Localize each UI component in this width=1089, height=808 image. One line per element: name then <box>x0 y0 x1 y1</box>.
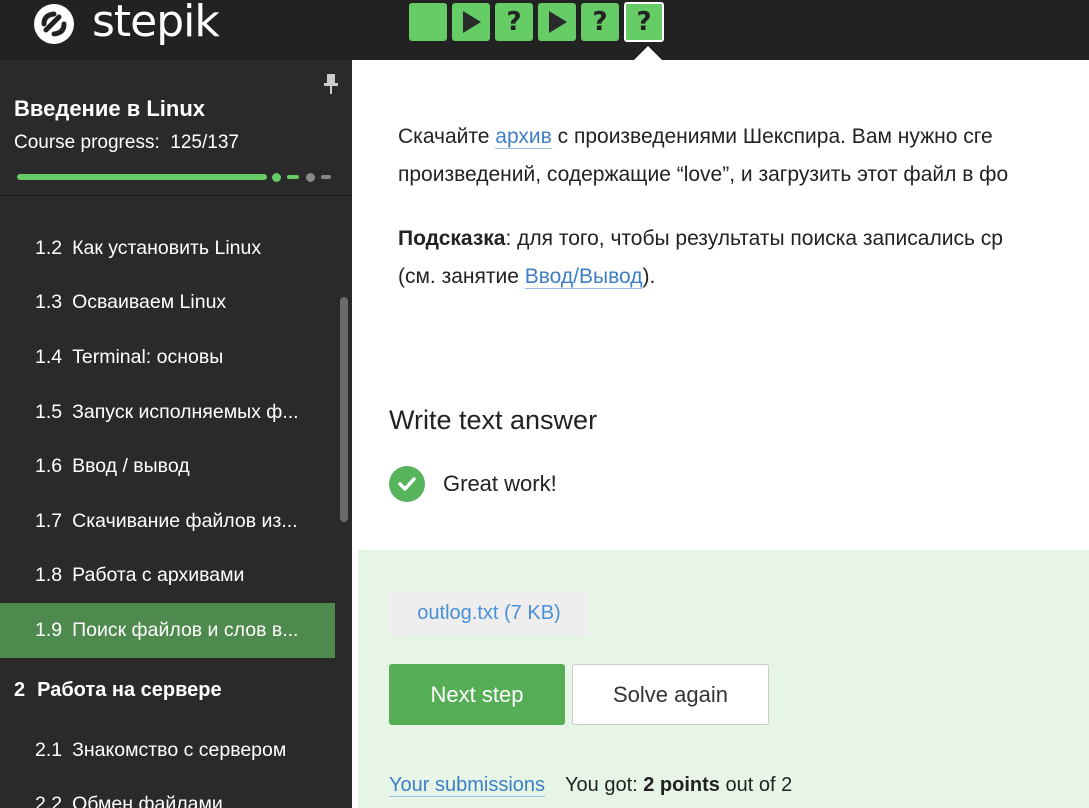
text: произведений, содержащие “love”, и загру… <box>398 163 1009 186</box>
course-progress: Course progress: 125/137 <box>14 132 239 154</box>
section-header[interactable]: 2 Работа на сервере <box>0 658 335 723</box>
lesson-item[interactable]: 1.6 Ввод / вывод <box>0 439 335 494</box>
progress-segment <box>287 175 299 179</box>
progress-value: 125/137 <box>170 132 239 153</box>
text: ). <box>642 265 656 288</box>
play-icon <box>463 11 481 33</box>
lesson-item[interactable]: 1.5 Запуск исполняемых ф... <box>0 385 335 440</box>
lesson-title: Обмен файлами <box>72 793 223 808</box>
sidebar-divider <box>0 195 352 196</box>
pin-icon[interactable] <box>322 72 340 96</box>
feedback-correct: Great work! <box>389 466 557 502</box>
submissions-row: Your submissions You got: 2 points out of… <box>389 774 792 797</box>
attached-file[interactable]: outlog.txt (7 KB) <box>388 592 590 635</box>
course-sidebar: Введение в Linux Course progress: 125/13… <box>0 60 352 808</box>
result-panel: outlog.txt (7 KB) Next step Solve again … <box>358 550 1089 808</box>
hint-label: Подсказка <box>398 227 506 250</box>
score-points: 2 points <box>643 774 720 796</box>
question-icon: ? <box>636 7 652 37</box>
progress-dot-current <box>272 172 281 182</box>
check-icon <box>389 466 425 502</box>
text: с произведениями Шекспира. Вам нужно сге <box>551 125 993 148</box>
lesson-number: 2.1 <box>35 738 63 761</box>
io-lesson-link[interactable]: Ввод/Вывод <box>524 265 643 289</box>
lesson-item[interactable]: 1.4 Terminal: основы <box>0 330 335 385</box>
lesson-title: Terminal: основы <box>72 345 224 368</box>
text: Скачайте <box>398 125 496 148</box>
task-paragraph-2: Подсказка: для того, чтобы результаты по… <box>398 220 1003 296</box>
section-number: 2 <box>14 678 26 701</box>
progress-segment-remaining <box>321 175 331 179</box>
sidebar-scrollbar[interactable] <box>340 297 348 522</box>
lesson-title: Запуск исполняемых ф... <box>72 400 299 423</box>
question-icon: ? <box>592 7 608 37</box>
lesson-title: Осваиваем Linux <box>72 291 227 314</box>
lesson-title: Ввод / вывод <box>72 455 190 478</box>
stepik-logo-icon <box>34 3 74 44</box>
lesson-item[interactable]: 1.8 Работа с архивами <box>0 549 335 604</box>
stepik-logo[interactable]: stepik <box>28 0 220 50</box>
your-submissions-link[interactable]: Your submissions <box>389 774 546 797</box>
text: : для того, чтобы результаты поиска запи… <box>505 227 1003 250</box>
lesson-number: 2.2 <box>35 793 63 808</box>
lesson-title: Знакомство с сервером <box>72 738 287 761</box>
step-1-theory[interactable] <box>409 3 447 41</box>
task-paragraph-1: Скачайте архив с произведениями Шекспира… <box>398 118 1008 194</box>
lesson-item[interactable]: 1.3 Осваиваем Linux <box>0 276 335 331</box>
lesson-list: 1.2 Как установить Linux 1.3 Осваиваем L… <box>0 221 335 808</box>
progress-label: Course progress: <box>14 132 160 153</box>
current-step-pointer <box>634 46 662 60</box>
lesson-number: 1.5 <box>35 400 63 423</box>
lesson-number: 1.8 <box>35 564 63 587</box>
logo-text: stepik <box>92 0 220 47</box>
lesson-number: 1.6 <box>35 455 63 478</box>
lesson-title: Поиск файлов и слов в... <box>72 618 299 641</box>
solve-again-button[interactable]: Solve again <box>572 664 769 725</box>
section-title: Работа на сервере <box>37 678 222 701</box>
lesson-item[interactable]: 2.1 Знакомство с сервером <box>0 723 335 778</box>
answer-title: Write text answer <box>389 405 598 435</box>
step-5-quiz[interactable]: ? <box>581 3 619 41</box>
lesson-number: 1.7 <box>35 509 63 532</box>
step-4-video[interactable] <box>538 3 576 41</box>
step-2-video[interactable] <box>452 3 490 41</box>
archive-link[interactable]: архив <box>495 125 552 149</box>
top-bar: stepik ? ? ? <box>0 0 1089 60</box>
lesson-title: Как установить Linux <box>72 236 262 259</box>
lesson-number: 1.2 <box>35 236 63 259</box>
lesson-item-active[interactable]: 1.9 Поиск файлов и слов в... <box>0 603 335 658</box>
score-suffix: out of 2 <box>719 774 793 796</box>
lesson-title: Скачивание файлов из... <box>72 509 298 532</box>
step-6-quiz-current[interactable]: ? <box>624 2 664 42</box>
course-title[interactable]: Введение в Linux <box>14 96 205 122</box>
play-icon <box>549 11 567 33</box>
lesson-number: 1.4 <box>35 345 63 368</box>
progress-bar <box>17 172 333 182</box>
step-3-quiz[interactable]: ? <box>495 3 533 41</box>
progress-dot-remaining <box>306 172 315 182</box>
feedback-text: Great work! <box>443 471 557 496</box>
lesson-number: 1.3 <box>35 291 63 314</box>
next-step-button[interactable]: Next step <box>389 664 565 725</box>
lesson-number: 1.9 <box>35 618 63 641</box>
lesson-title: Работа с архивами <box>72 564 245 587</box>
step-content: Скачайте архив с произведениями Шекспира… <box>352 60 1089 808</box>
progress-fill <box>17 174 267 180</box>
lesson-item[interactable]: 1.2 Как установить Linux <box>0 221 335 276</box>
text: (см. занятие <box>398 265 525 288</box>
step-navigation: ? ? ? <box>409 2 664 42</box>
lesson-item[interactable]: 2.2 Обмен файлами <box>0 777 335 808</box>
score-prefix: You got: <box>565 774 644 796</box>
lesson-item[interactable]: 1.7 Скачивание файлов из... <box>0 494 335 549</box>
question-icon: ? <box>506 7 522 37</box>
